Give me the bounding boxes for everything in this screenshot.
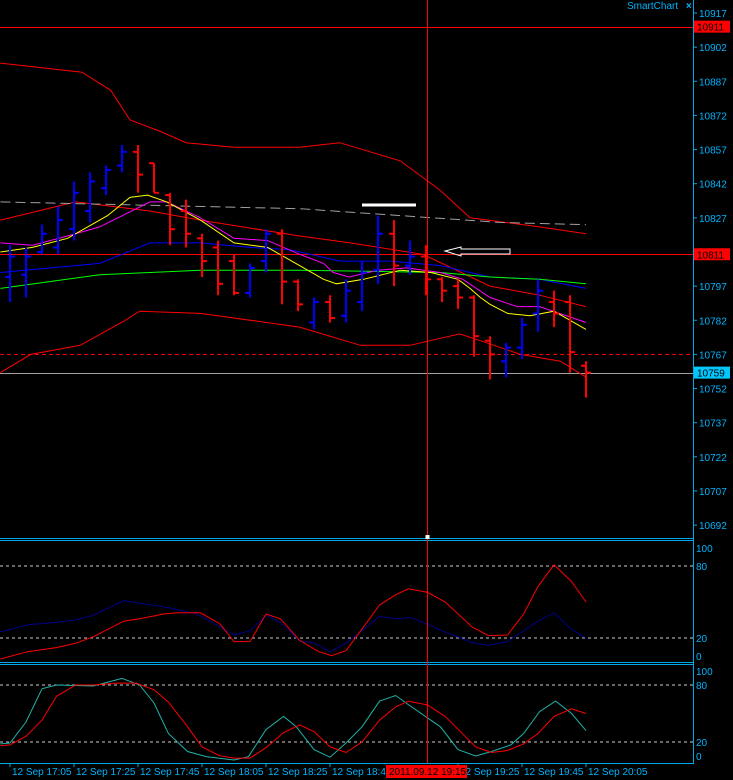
ohlc-bar bbox=[101, 165, 111, 196]
ohlc-bar bbox=[53, 206, 63, 255]
x-tick-label: 12 Sep 17:45 bbox=[140, 767, 200, 778]
ohlc-bar bbox=[69, 181, 79, 241]
ohlc-bar bbox=[437, 277, 447, 303]
y-tick-label: 10692 bbox=[699, 521, 727, 532]
osc-tick-label: 20 bbox=[696, 634, 708, 645]
price-label: 10811 bbox=[697, 250, 725, 261]
y-tick-label: 10752 bbox=[699, 385, 727, 396]
x-tick-label: 12 Sep 18:05 bbox=[204, 767, 264, 778]
x-tick-label: 12 Sep 18:45 bbox=[332, 767, 392, 778]
ohlc-bar bbox=[549, 290, 559, 328]
ohlc-bar bbox=[261, 229, 271, 273]
ohlc-bar bbox=[181, 199, 191, 248]
x-tick-label: 12 Sep 17:25 bbox=[76, 767, 136, 778]
ohlc-bar bbox=[117, 145, 127, 173]
ohlc-bar bbox=[565, 295, 575, 373]
crosshair-handle bbox=[425, 535, 430, 539]
price-panel[interactable] bbox=[0, 27, 693, 398]
y-tick-label: 10887 bbox=[699, 77, 727, 88]
ohlc-bar bbox=[517, 317, 527, 359]
osc1-blue-line bbox=[0, 600, 587, 653]
oscillator-1-panel[interactable] bbox=[0, 564, 693, 660]
x-tick-label: 12 Sep 17:05 bbox=[12, 767, 72, 778]
y-tick-label: 10842 bbox=[699, 180, 727, 191]
osc-tick-label: 80 bbox=[696, 562, 708, 573]
x-tick-label: 12 Sep 20:05 bbox=[588, 767, 648, 778]
osc-tick-label: 100 bbox=[696, 667, 713, 678]
ohlc-bar bbox=[357, 261, 367, 312]
chart-title: SmartChart × bbox=[627, 1, 692, 12]
osc-tick-label: 0 bbox=[696, 652, 702, 663]
osc2-red-line bbox=[0, 682, 587, 759]
osc-tick-label: 20 bbox=[696, 738, 708, 749]
oscillator-2-panel[interactable] bbox=[0, 677, 693, 761]
green-ma-line bbox=[0, 269, 587, 289]
ohlc-bar bbox=[373, 215, 383, 284]
y-tick-label: 10782 bbox=[699, 316, 727, 327]
osc1-red-line bbox=[0, 564, 587, 660]
x-tick-label: 12 Sep 18:25 bbox=[268, 767, 328, 778]
ohlc-bar bbox=[453, 279, 463, 309]
ohlc-bar bbox=[581, 361, 591, 398]
ohlc-bar bbox=[37, 224, 47, 255]
ohlc-bar bbox=[245, 263, 255, 298]
ohlc-bar bbox=[85, 172, 95, 223]
yellow-ma-line bbox=[0, 194, 587, 330]
price-label: 10911 bbox=[697, 23, 725, 34]
ohlc-bar bbox=[405, 240, 415, 275]
y-tick-label: 10767 bbox=[699, 350, 727, 361]
close-icon[interactable]: × bbox=[686, 1, 692, 12]
y-tick-label: 10707 bbox=[699, 487, 727, 498]
y-tick-label: 10827 bbox=[699, 214, 727, 225]
ohlc-bar bbox=[149, 162, 159, 194]
ohlc-bar bbox=[533, 279, 543, 332]
y-tick-label: 10737 bbox=[699, 419, 727, 430]
y-tick-label: 10872 bbox=[699, 111, 727, 122]
y-tick-label: 10722 bbox=[699, 453, 727, 464]
osc-tick-label: 80 bbox=[696, 681, 708, 692]
x-tick-label: 12 Sep 19:45 bbox=[524, 767, 584, 778]
ohlc-bar bbox=[133, 145, 143, 193]
price-label: 10759 bbox=[697, 369, 725, 380]
x-tick-label: 12 Sep 19:25 bbox=[460, 767, 520, 778]
ohlc-bar bbox=[165, 192, 175, 246]
ohlc-bar bbox=[341, 279, 351, 323]
ohlc-bar bbox=[309, 297, 319, 330]
ohlc-bar bbox=[325, 295, 335, 323]
crosshair-time-label: 2011.09.12 19:15 bbox=[389, 767, 467, 778]
y-tick-label: 10857 bbox=[699, 146, 727, 157]
osc-tick-label: 0 bbox=[696, 752, 702, 763]
y-tick-label: 10902 bbox=[699, 43, 727, 54]
trading-chart[interactable]: 1091710902108871087210857108421082710812… bbox=[0, 0, 733, 780]
osc2-cyan-line bbox=[0, 677, 587, 761]
ohlc-bar bbox=[277, 229, 287, 305]
ohlc-bar bbox=[5, 245, 15, 303]
overlay: 2011.09.12 19:15 bbox=[362, 0, 511, 778]
chart-title-label: SmartChart bbox=[627, 1, 679, 12]
y-tick-label: 10917 bbox=[699, 9, 727, 20]
lower-band-line bbox=[0, 310, 587, 378]
ohlc-bar bbox=[469, 295, 479, 357]
ohlc-bar bbox=[293, 279, 303, 312]
ohlc-bar bbox=[389, 220, 399, 287]
ohlc-bar bbox=[213, 240, 223, 296]
axes: 1091710902108871087210857108421082710812… bbox=[0, 0, 730, 778]
osc-tick-label: 100 bbox=[696, 544, 713, 555]
y-tick-label: 10797 bbox=[699, 282, 727, 293]
ohlc-bar bbox=[229, 254, 239, 296]
